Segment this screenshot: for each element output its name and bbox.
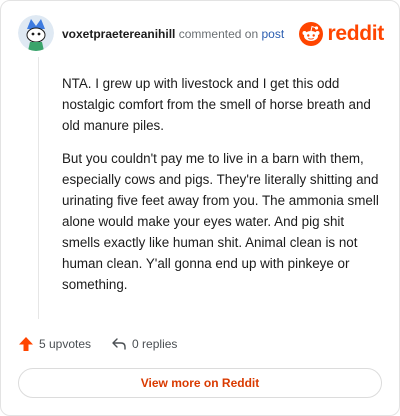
- commented-on-text: commented on: [178, 27, 259, 41]
- comment-meta: voxetpraetereanihill commented on post: [62, 27, 284, 41]
- upvote-button[interactable]: 5 upvotes: [18, 336, 91, 352]
- reply-count: 0 replies: [132, 337, 178, 351]
- thread-line: [38, 57, 39, 319]
- reddit-logo[interactable]: reddit: [299, 21, 384, 47]
- comment-actions: 5 upvotes 0 replies: [18, 333, 197, 355]
- embedded-comment-card: voxetpraetereanihill commented on post r…: [0, 0, 400, 416]
- comment-paragraph: NTA. I grew up with livestock and I get …: [62, 76, 371, 133]
- view-more-on-reddit-button[interactable]: View more on Reddit: [18, 368, 382, 398]
- upvote-arrow-icon: [19, 337, 33, 351]
- upvote-count: 5 upvotes: [39, 337, 92, 351]
- reply-arrow-icon: [112, 338, 126, 350]
- comment-paragraph: But you couldn't pay me to live in a bar…: [62, 151, 379, 292]
- reddit-wordmark: reddit: [327, 22, 384, 45]
- reddit-snoo-icon: [299, 22, 324, 46]
- snoo-avatar-icon: [18, 15, 54, 51]
- comment-body: NTA. I grew up with livestock and I get …: [62, 73, 382, 307]
- user-avatar[interactable]: [18, 15, 54, 51]
- username-link[interactable]: voxetpraetereanihill: [62, 27, 175, 41]
- reply-button[interactable]: 0 replies: [111, 336, 177, 352]
- post-link[interactable]: post: [261, 27, 284, 41]
- comment-header: voxetpraetereanihill commented on post r…: [18, 15, 386, 55]
